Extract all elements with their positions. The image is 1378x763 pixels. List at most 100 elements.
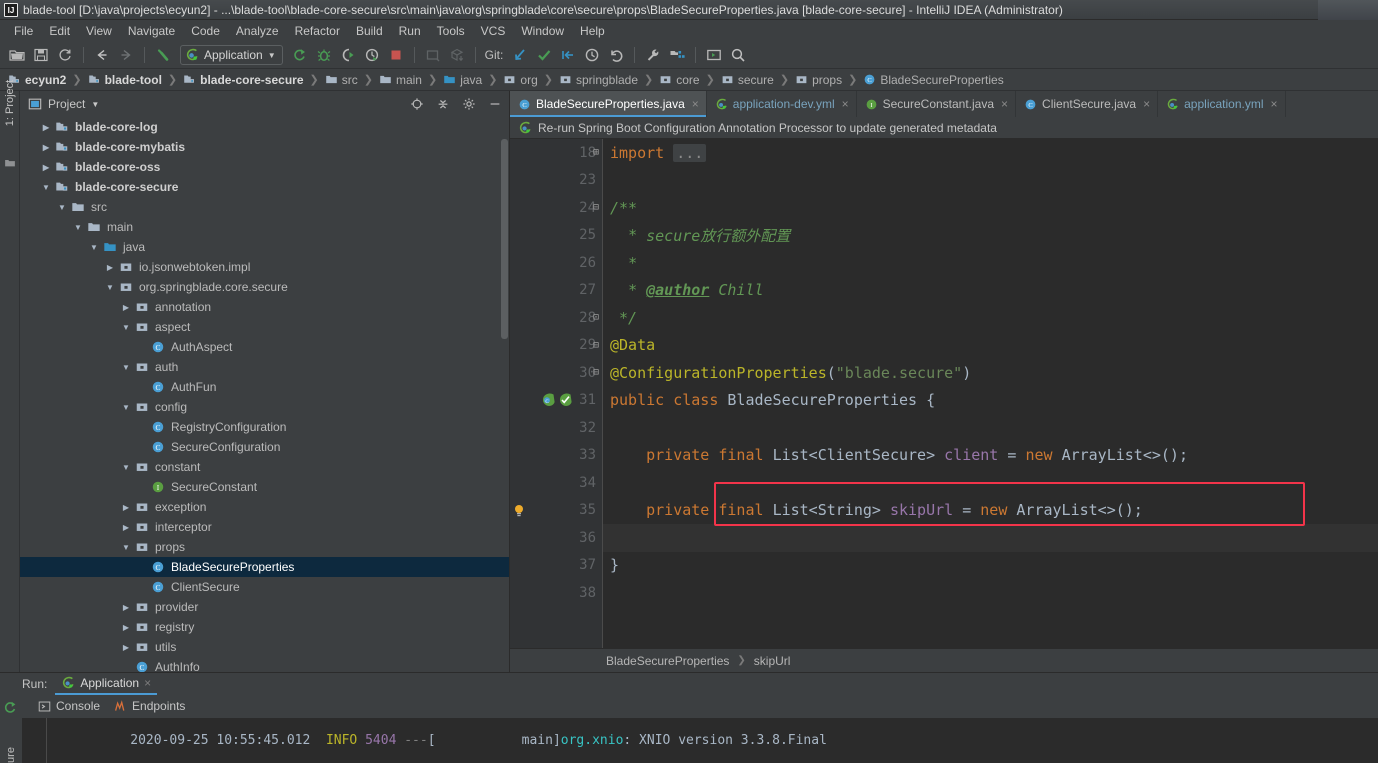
breadcrumb-item-blade-core-secure[interactable]: blade-core-secure (181, 73, 305, 87)
menu-item-view[interactable]: View (78, 22, 120, 40)
editor-code-column[interactable]: import ... /** * secure放行额外配置 * * @autho… (602, 139, 1378, 648)
breadcrumb-item-springblade[interactable]: springblade (557, 73, 640, 87)
chevron-right-icon[interactable]: ▶ (120, 501, 132, 513)
gutter-line[interactable]: 26 (510, 249, 602, 277)
close-icon[interactable]: × (1001, 97, 1008, 111)
gutter-line[interactable]: 38 (510, 579, 602, 607)
tree-item[interactable]: ▶ io.jsonwebtoken.impl (20, 257, 509, 277)
gutter-line[interactable]: 25 (510, 222, 602, 250)
chevron-down-icon[interactable]: ▼ (120, 401, 132, 413)
gutter-line[interactable]: ⊟ 24 (510, 194, 602, 222)
update-project-icon[interactable] (422, 44, 444, 66)
rerun-icon[interactable] (3, 700, 18, 715)
fold-collapse-icon[interactable]: ⊟ (590, 340, 602, 351)
git-commit-check-icon[interactable] (533, 44, 555, 66)
terminal-icon[interactable] (703, 44, 725, 66)
gutter-line[interactable]: 27 (510, 277, 602, 305)
menu-item-edit[interactable]: Edit (41, 22, 78, 40)
gutter-line[interactable]: 34 (510, 469, 602, 497)
chevron-down-icon[interactable]: ▼ (72, 221, 84, 233)
breadcrumb-item-java[interactable]: java (441, 73, 484, 87)
chevron-down-icon[interactable]: ▼ (56, 201, 68, 213)
collapsed-imports-placeholder[interactable]: ... (673, 143, 707, 162)
code-line-32[interactable] (602, 414, 610, 442)
git-push-icon[interactable] (557, 44, 579, 66)
code-line-35[interactable]: private final List<String> skipUrl = new… (602, 497, 1143, 525)
tree-item[interactable]: ▶CRegistryConfiguration (20, 417, 509, 437)
menu-item-file[interactable]: File (6, 22, 41, 40)
breadcrumb-item-core[interactable]: core (657, 73, 701, 87)
fold-collapse-icon[interactable]: ⊟ (590, 202, 602, 213)
bottom-breadcrumb-field[interactable]: skipUrl (754, 654, 791, 668)
save-all-icon[interactable] (30, 44, 52, 66)
rollback-icon[interactable] (605, 44, 627, 66)
menu-item-window[interactable]: Window (513, 22, 572, 40)
profiler-icon[interactable] (361, 44, 383, 66)
tree-item[interactable]: ▼ aspect (20, 317, 509, 337)
close-icon[interactable]: × (1271, 97, 1278, 111)
code-editor[interactable]: ⊞ 18 23 ⊟ 24 25 26 27 ⊡ 28 ⊟ 29 ⊟ 30 C 31 32 33 34 35 36 37 38… (510, 139, 1378, 648)
chevron-right-icon[interactable]: ▶ (104, 261, 116, 273)
tree-item[interactable]: ▼ src (20, 197, 509, 217)
tree-item[interactable]: ▶ utils (20, 637, 509, 657)
settings-wrench-icon[interactable] (642, 44, 664, 66)
project-structure-icon[interactable] (666, 44, 688, 66)
chevron-down-icon[interactable]: ▼ (104, 281, 116, 293)
project-tree-scrollbar[interactable] (501, 139, 508, 339)
tree-item[interactable]: ▶CAuthInfo (20, 657, 509, 672)
code-line-29[interactable]: @Data (602, 332, 655, 360)
breadcrumb-item-main[interactable]: main (377, 73, 424, 87)
tree-item[interactable]: ▶ registry (20, 617, 509, 637)
code-line-36[interactable] (602, 524, 610, 552)
gutter-line[interactable]: 36 (510, 524, 602, 552)
close-icon[interactable]: × (144, 676, 151, 690)
code-line-27[interactable]: * @author Chill (602, 277, 763, 305)
chevron-right-icon[interactable]: ▶ (120, 621, 132, 633)
tree-item[interactable]: ▶CSecureConfiguration (20, 437, 509, 457)
console-output[interactable]: 2020-09-25 10:55:45.012 INFO 5404 ---[ m… (22, 718, 1378, 763)
tree-item[interactable]: ▶ blade-core-oss (20, 157, 509, 177)
editor-tab-application-dev-yml[interactable]: application-dev.yml × (707, 91, 857, 117)
gutter-line[interactable]: 23 (510, 167, 602, 195)
tree-item[interactable]: ▶CAuthAspect (20, 337, 509, 357)
code-line-34[interactable] (602, 469, 610, 497)
forward-arrow-icon[interactable] (115, 44, 137, 66)
menu-item-run[interactable]: Run (391, 22, 429, 40)
close-icon[interactable]: × (1143, 97, 1150, 111)
run-tab-console[interactable]: Console (38, 699, 100, 713)
code-line-24[interactable]: /** (602, 194, 637, 222)
chevron-down-icon[interactable]: ▼ (120, 361, 132, 373)
code-line-38[interactable] (602, 579, 610, 607)
breadcrumb-item-secure[interactable]: secure (719, 73, 776, 87)
code-line-30[interactable]: @ConfigurationProperties("blade.secure") (602, 359, 971, 387)
open-folder-icon[interactable] (6, 44, 28, 66)
project-tree[interactable]: ▶ blade-core-log ▶ blade-core-mybatis ▶ blade… (20, 117, 509, 672)
stop-icon[interactable] (385, 44, 407, 66)
code-line-23[interactable] (602, 167, 610, 195)
tree-item[interactable]: ▶ annotation (20, 297, 509, 317)
code-line-25[interactable]: * secure放行额外配置 (602, 222, 790, 250)
fold-expand-icon[interactable]: ⊞ (590, 147, 602, 158)
tree-item[interactable]: ▼ props (20, 537, 509, 557)
run-configuration-selector[interactable]: Application ▼ (180, 45, 283, 65)
menu-item-code[interactable]: Code (183, 22, 228, 40)
menu-item-help[interactable]: Help (572, 22, 613, 40)
chevron-down-icon[interactable]: ▼ (91, 100, 99, 109)
collapse-all-icon[interactable] (433, 94, 453, 114)
run-tab-endpoints[interactable]: Endpoints (114, 699, 185, 713)
gutter-line[interactable]: ⊡ 28 (510, 304, 602, 332)
breadcrumb-item-src[interactable]: src (323, 73, 360, 87)
gutter-bean-markers[interactable]: C (540, 392, 598, 408)
breadcrumb-item-props[interactable]: props (793, 73, 844, 87)
bottom-breadcrumb-class[interactable]: BladeSecureProperties (606, 654, 729, 668)
fold-collapse-icon[interactable]: ⊟ (590, 367, 602, 378)
menu-item-navigate[interactable]: Navigate (120, 22, 183, 40)
code-line-26[interactable]: * (602, 249, 637, 277)
tree-item[interactable]: ▶CBladeSecureProperties (20, 557, 509, 577)
close-icon[interactable]: × (692, 97, 699, 111)
tree-item[interactable]: ▼ config (20, 397, 509, 417)
chevron-down-icon[interactable]: ▼ (120, 461, 132, 473)
gutter-line[interactable]: 33 (510, 442, 602, 470)
intention-lightbulb-icon[interactable] (512, 503, 598, 519)
chevron-down-icon[interactable]: ▼ (120, 321, 132, 333)
